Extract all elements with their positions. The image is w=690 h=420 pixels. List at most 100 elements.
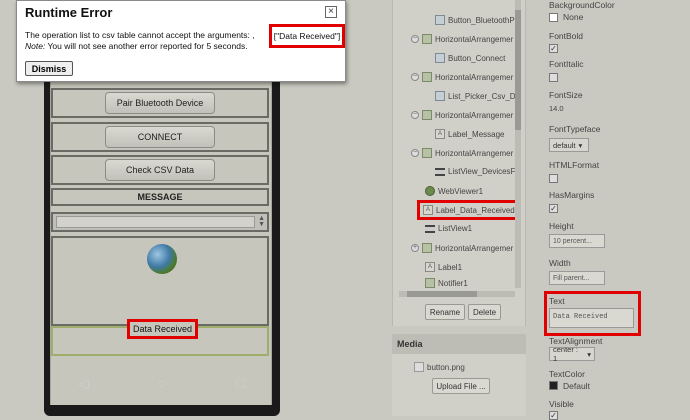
font-italic-label: FontItalic bbox=[549, 59, 584, 69]
properties-panel: BackgroundColor None FontBold ✓ FontItal… bbox=[540, 0, 690, 420]
tree-node-label: Label_Message bbox=[448, 129, 505, 139]
text-color-swatch[interactable] bbox=[549, 381, 558, 390]
message-label: MESSAGE bbox=[51, 188, 269, 206]
media-header: Media bbox=[392, 334, 526, 354]
recent-apps-icon[interactable]: □ bbox=[221, 375, 261, 391]
tree-node-label: Label1 bbox=[438, 262, 463, 272]
text-color-label: TextColor bbox=[549, 369, 585, 379]
tree-node-label: Button_BluetoothPa bbox=[448, 15, 520, 25]
collapse-icon[interactable]: − bbox=[411, 73, 419, 81]
label-icon: A bbox=[423, 205, 433, 215]
label-icon: A bbox=[435, 129, 445, 139]
html-format-checkbox[interactable] bbox=[549, 174, 558, 183]
tree-node[interactable]: Button_Connect bbox=[435, 53, 505, 63]
scroll-thumb[interactable] bbox=[407, 291, 477, 297]
notifier-icon bbox=[425, 278, 435, 288]
note-label: Note: bbox=[25, 41, 46, 51]
delete-button[interactable]: Delete bbox=[468, 304, 501, 320]
tree-node[interactable]: WebViewer1 bbox=[425, 186, 483, 196]
tree-node[interactable]: A Label1 bbox=[425, 262, 462, 272]
note-text: You will not see another error reported … bbox=[45, 41, 248, 51]
home-icon[interactable]: ○ bbox=[142, 375, 182, 391]
tree-vertical-scrollbar[interactable] bbox=[515, 0, 521, 288]
tree-node[interactable]: List_Picker_Csv_Da bbox=[435, 91, 520, 101]
tree-node[interactable]: − HorizontalArrangemer bbox=[411, 34, 513, 44]
pair-bluetooth-button[interactable]: Pair Bluetooth Device bbox=[105, 92, 215, 114]
tree-node[interactable]: ListView1 bbox=[425, 224, 472, 233]
media-panel: button.png Upload File ... bbox=[392, 354, 526, 416]
arrangement-connect[interactable]: CONNECT bbox=[51, 122, 269, 152]
arrangement-icon bbox=[422, 34, 432, 44]
arrangement-icon bbox=[422, 110, 432, 120]
list-picker-field[interactable] bbox=[56, 216, 255, 228]
tree-node-label: HorizontalArrangemer bbox=[435, 72, 514, 82]
tree-node-selected[interactable]: A Label_Data_Received bbox=[417, 200, 521, 220]
expand-icon[interactable]: + bbox=[411, 244, 419, 252]
data-received-label[interactable]: Data Received bbox=[127, 319, 199, 339]
tree-node[interactable]: − HorizontalArrangemer bbox=[411, 72, 513, 82]
phone-screen: Pair Bluetooth Device CONNECT Check CSV … bbox=[50, 80, 272, 405]
text-alignment-select[interactable]: center : 1 ▾ bbox=[549, 345, 595, 363]
width-input[interactable]: Fill parent... bbox=[549, 271, 605, 285]
tree-node-label: Button_Connect bbox=[448, 53, 506, 63]
font-size-value[interactable]: 14.0 bbox=[549, 104, 564, 113]
label-icon: A bbox=[425, 262, 435, 272]
listview-icon bbox=[425, 224, 435, 233]
phone-preview: Pair Bluetooth Device CONNECT Check CSV … bbox=[44, 50, 280, 416]
close-icon[interactable]: × bbox=[325, 6, 337, 18]
arrangement-csv[interactable]: Check CSV Data bbox=[51, 155, 269, 185]
font-italic-checkbox[interactable] bbox=[549, 73, 558, 82]
error-note: Note: You will not see another error rep… bbox=[25, 41, 248, 51]
visible-label: Visible bbox=[549, 399, 574, 409]
upload-file-button[interactable]: Upload File ... bbox=[432, 378, 490, 394]
text-alignment-value: center : 1 bbox=[553, 345, 579, 363]
background-color-value[interactable]: None bbox=[563, 12, 583, 22]
arrangement-icon bbox=[422, 243, 432, 253]
spinner-icon[interactable]: ▲ ▼ bbox=[258, 215, 265, 228]
font-typeface-select[interactable]: default ▾ bbox=[549, 138, 589, 152]
tree-node[interactable]: Button_BluetoothPa bbox=[435, 15, 519, 25]
tree-horizontal-scrollbar[interactable] bbox=[399, 291, 515, 297]
text-label: Text bbox=[549, 296, 565, 306]
background-color-swatch[interactable] bbox=[549, 13, 558, 22]
list-picker[interactable]: ▲ ▼ bbox=[51, 212, 269, 232]
collapse-icon[interactable]: − bbox=[411, 35, 419, 43]
tree-node[interactable]: − HorizontalArrangemer bbox=[411, 110, 513, 120]
media-file-name: button.png bbox=[427, 362, 465, 372]
android-navbar: ◁ ○ □ bbox=[44, 364, 280, 402]
tree-node[interactable]: Notifier1 bbox=[425, 278, 468, 288]
arrangement-icon bbox=[422, 148, 432, 158]
components-tree: Button_BluetoothPa − HorizontalArrangemer… bbox=[392, 0, 526, 326]
data-received-arrangement[interactable]: Data Received bbox=[51, 319, 269, 356]
tree-node-label: WebViewer1 bbox=[438, 186, 484, 196]
tree-node[interactable]: + HorizontalArrangemer bbox=[411, 243, 513, 253]
tree-node[interactable]: ListView_DevicesFo bbox=[435, 167, 520, 176]
collapse-icon[interactable]: − bbox=[411, 149, 419, 157]
tree-node[interactable]: A Label_Message bbox=[435, 129, 504, 139]
tree-node-label: Label_Data_Received bbox=[436, 205, 515, 215]
has-margins-checkbox[interactable]: ✓ bbox=[549, 204, 558, 213]
tree-node-label: ListView_DevicesFo bbox=[448, 167, 520, 176]
text-color-value[interactable]: Default bbox=[563, 381, 590, 391]
arrangement-bluetooth[interactable]: Pair Bluetooth Device bbox=[51, 88, 269, 118]
collapse-icon[interactable]: − bbox=[411, 111, 419, 119]
tree-node[interactable]: − HorizontalArrangemer bbox=[411, 148, 513, 158]
has-margins-label: HasMargins bbox=[549, 190, 595, 200]
button-icon bbox=[435, 15, 445, 25]
rename-button[interactable]: Rename bbox=[425, 304, 465, 320]
check-csv-button[interactable]: Check CSV Data bbox=[105, 159, 215, 181]
html-format-label: HTMLFormat bbox=[549, 160, 600, 170]
tree-node-label: Notifier1 bbox=[438, 278, 468, 288]
back-icon[interactable]: ◁ bbox=[63, 375, 103, 392]
dismiss-button[interactable]: Dismiss bbox=[25, 61, 73, 76]
tree-node-label: HorizontalArrangemer bbox=[435, 110, 514, 120]
tree-node-label: HorizontalArrangemer bbox=[435, 34, 514, 44]
text-input[interactable]: Data Received bbox=[549, 308, 634, 328]
font-size-label: FontSize bbox=[549, 90, 583, 100]
height-input[interactable]: 10 percent... bbox=[549, 234, 605, 248]
file-icon bbox=[414, 362, 424, 372]
scroll-thumb[interactable] bbox=[515, 10, 521, 130]
media-file-item[interactable]: button.png bbox=[414, 362, 465, 372]
connect-button[interactable]: CONNECT bbox=[105, 126, 215, 148]
font-bold-checkbox[interactable]: ✓ bbox=[549, 44, 558, 53]
